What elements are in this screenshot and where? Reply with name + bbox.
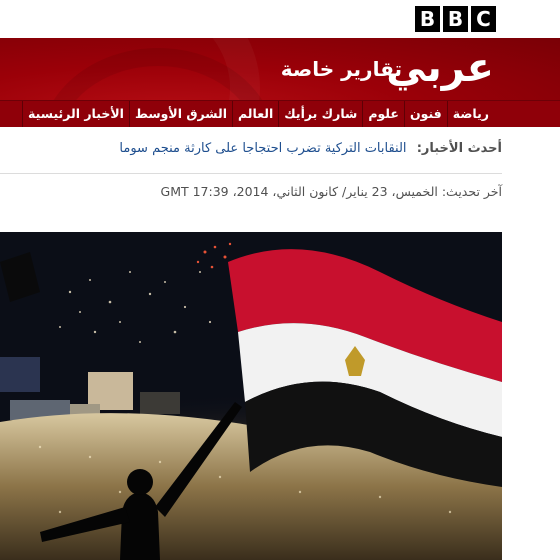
bbc-logo-letter-b2: B [443,6,468,32]
hero-image[interactable] [0,232,502,560]
nav-item-middle-east[interactable]: الشرق الأوسط [128,101,232,127]
bbc-logo[interactable]: B B C [415,6,496,34]
bbc-logo-letter-b1: B [415,6,440,32]
nav-item-science[interactable]: علوم [362,101,404,127]
nav-item-sport[interactable]: رياضة [446,101,494,127]
nav-item-top-news[interactable]: الأخبار الرئيسية [22,101,129,127]
nav-item-arts[interactable]: فنون [403,101,447,127]
last-updated: آخر تحديث: الخميس، 23 يناير/ كانون الثان… [160,184,502,199]
main-navigation: الأخبار الرئيسية الشرق الأوسط العالم شار… [0,100,560,127]
latest-news-label: أحدث الأخبار: [416,141,502,156]
nav-item-world[interactable]: العالم [232,101,278,127]
latest-news-link[interactable]: النقابات التركية تضرب احتجاجا على كارثة … [119,141,406,156]
bbc-logo-letter-c: C [471,6,496,32]
latest-news-ticker: أحدث الأخبار: النقابات التركية تضرب احتج… [119,141,502,165]
nav-item-have-your-say[interactable]: شارك برأيك [278,101,362,127]
divider [0,173,502,174]
brand-arabic-logo[interactable]: عربي [386,40,494,96]
masthead: عربي تقارير خاصة [0,38,560,100]
top-bar: B B C [0,0,560,38]
section-title[interactable]: تقارير خاصة [281,52,402,86]
hero-photo-illustration [0,232,502,560]
